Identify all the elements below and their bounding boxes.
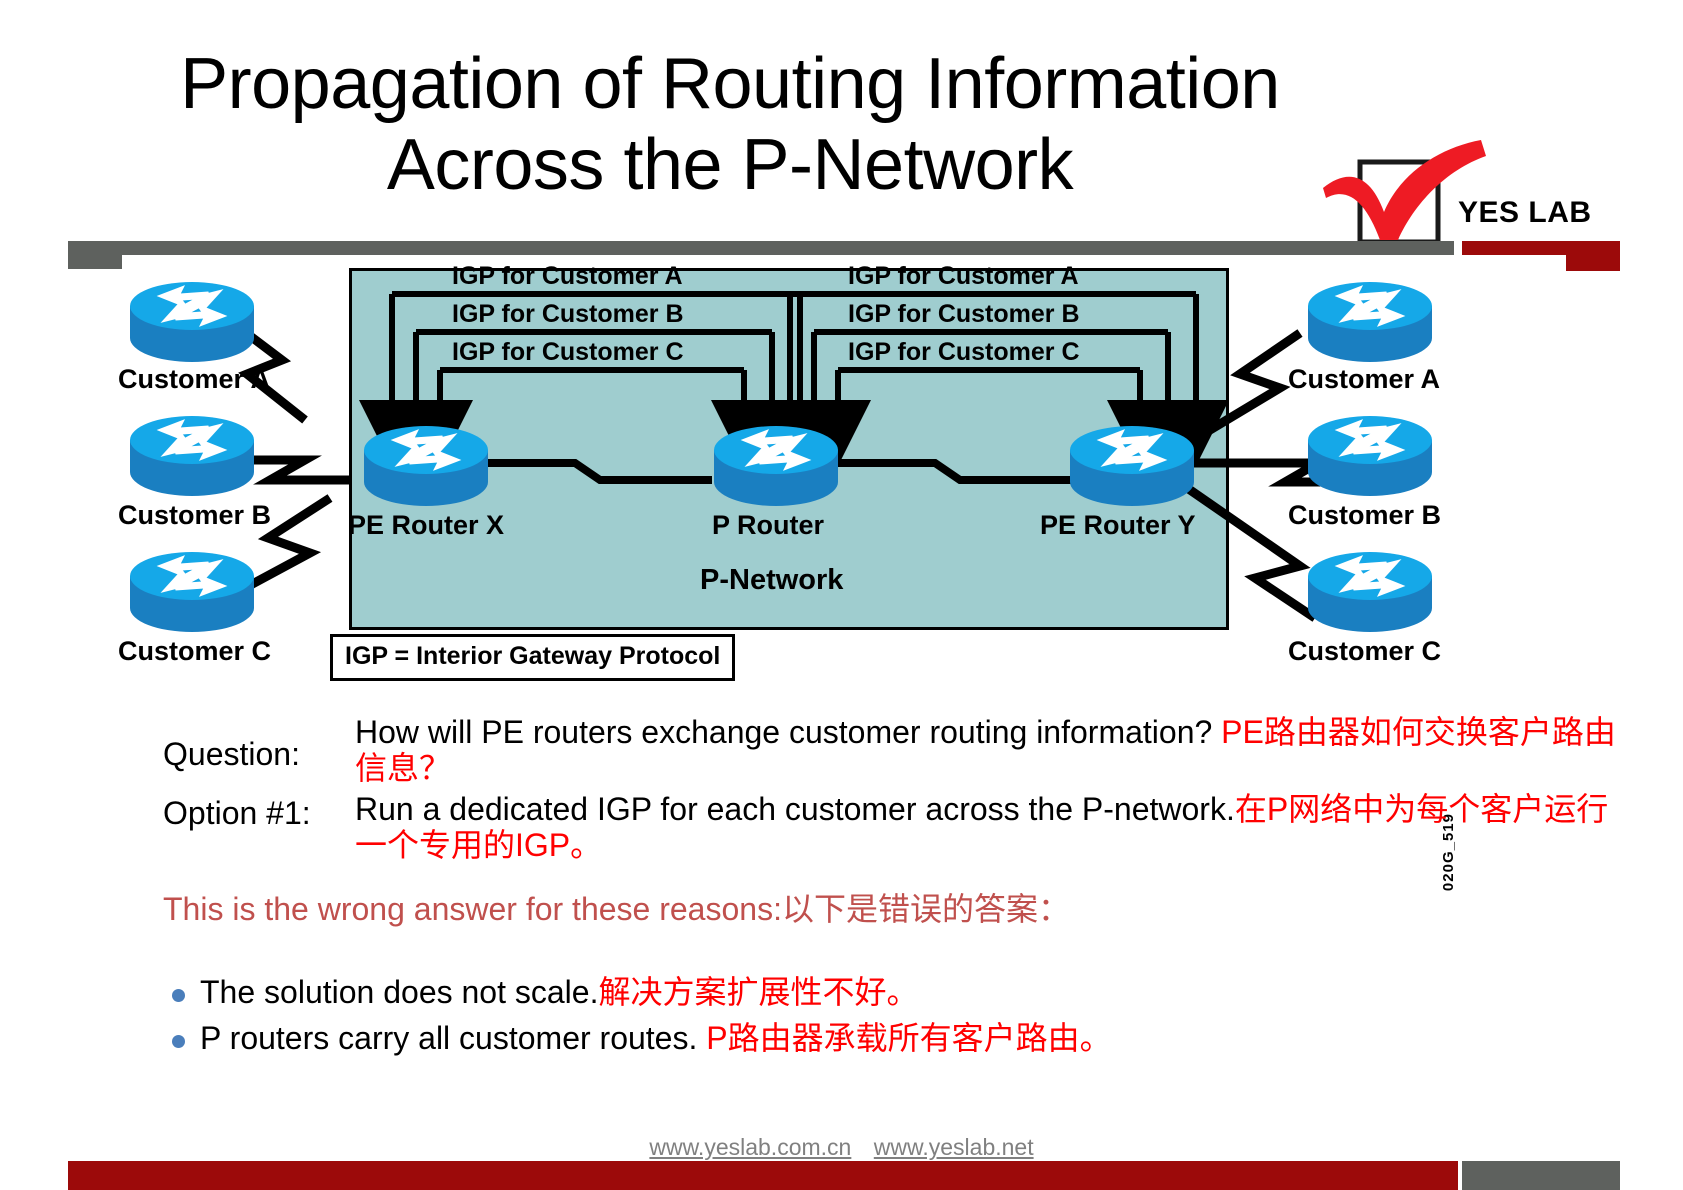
label-customer-a-right: Customer A [1288, 364, 1441, 394]
footer-rule-red [68, 1161, 1458, 1190]
question-row: Question: How will PE routers exchange c… [0, 714, 1683, 787]
reason-1-en: The solution does not scale. [200, 974, 599, 1011]
router-icon-pe-x [356, 420, 488, 506]
igp-label-left-b: IGP for Customer B [452, 300, 684, 328]
wrong-answer-note: This is the wrong answer for these reaso… [163, 890, 1683, 928]
list-item: The solution does not scale.解决方案扩展性不好。 [168, 972, 1683, 1014]
option-label: Option #1: [163, 794, 311, 831]
slide-body: Question: How will PE routers exchange c… [0, 714, 1683, 1063]
reasons-list: The solution does not scale.解决方案扩展性不好。 P… [168, 972, 1683, 1059]
label-customer-a-left: Customer A [118, 364, 271, 394]
question-text: How will PE routers exchange customer ro… [355, 714, 1625, 787]
wrong-answer-en: This is the wrong answer for these reaso… [163, 890, 782, 927]
footer-rule-gray [1462, 1161, 1620, 1190]
network-diagram: IGP for Customer A IGP for Customer B IG… [0, 248, 1683, 891]
yeslab-logo: YES LAB [1318, 140, 1618, 250]
option-text: Run a dedicated IGP for each customer ac… [355, 791, 1625, 864]
router-icon-customer-b-right [1300, 410, 1432, 496]
reason-2-en: P routers carry all customer routes. [200, 1019, 707, 1056]
footer-link-yeslab-com-cn[interactable]: www.yeslab.com.cn [649, 1134, 851, 1160]
label-pe-router-x: PE Router X [348, 510, 505, 540]
footer-link-yeslab-net[interactable]: www.yeslab.net [874, 1134, 1034, 1160]
igp-label-right-b: IGP for Customer B [848, 300, 1080, 328]
router-icon-customer-b-left [122, 410, 254, 496]
question-text-en: How will PE routers exchange customer ro… [355, 714, 1222, 750]
wrong-answer-zh: 以下是错误的答案： [781, 890, 1070, 927]
question-label: Question: [163, 736, 300, 772]
label-p-network: P-Network [700, 564, 844, 596]
router-icon-customer-c-right [1300, 546, 1432, 632]
router-icon-customer-a-left [122, 276, 254, 362]
logo-text: YES LAB [1458, 196, 1592, 229]
igp-label-left-c: IGP for Customer C [452, 338, 684, 366]
list-item: P routers carry all customer routes. P路由… [168, 1018, 1683, 1060]
label-customer-c-right: Customer C [1288, 636, 1442, 666]
label-p-router: P Router [712, 510, 825, 540]
option-text-en: Run a dedicated IGP for each customer ac… [355, 790, 1235, 827]
footer-links: www.yeslab.com.cn www.yeslab.net [0, 1134, 1683, 1161]
label-customer-b-left: Customer B [118, 500, 272, 530]
igp-label-right-a: IGP for Customer A [848, 262, 1079, 290]
router-icon-customer-a-right [1300, 276, 1432, 362]
reason-1-zh: 解决方案扩展性不好。 [598, 974, 919, 1011]
igp-label-left-a: IGP for Customer A [452, 262, 683, 290]
router-icon-customer-c-left [122, 546, 254, 632]
title-line-2: Across the P-Network [386, 124, 1074, 205]
checkmark-box-icon [1323, 140, 1486, 245]
igp-label-right-c: IGP for Customer C [848, 338, 1080, 366]
router-icon-pe-y [1062, 420, 1194, 506]
page-title: Propagation of Routing Information Acros… [0, 44, 1460, 205]
label-customer-c-left: Customer C [118, 636, 272, 666]
label-customer-b-right: Customer B [1288, 500, 1442, 530]
option-row: Option #1: Run a dedicated IGP for each … [0, 791, 1683, 864]
reason-2-zh: P路由器承载所有客户路由。 [706, 1019, 1112, 1056]
router-icon-p [706, 420, 838, 506]
legend-igp-definition: IGP = Interior Gateway Protocol [330, 634, 736, 681]
label-pe-router-y: PE Router Y [1040, 510, 1196, 540]
title-line-1: Propagation of Routing Information [180, 44, 1280, 124]
